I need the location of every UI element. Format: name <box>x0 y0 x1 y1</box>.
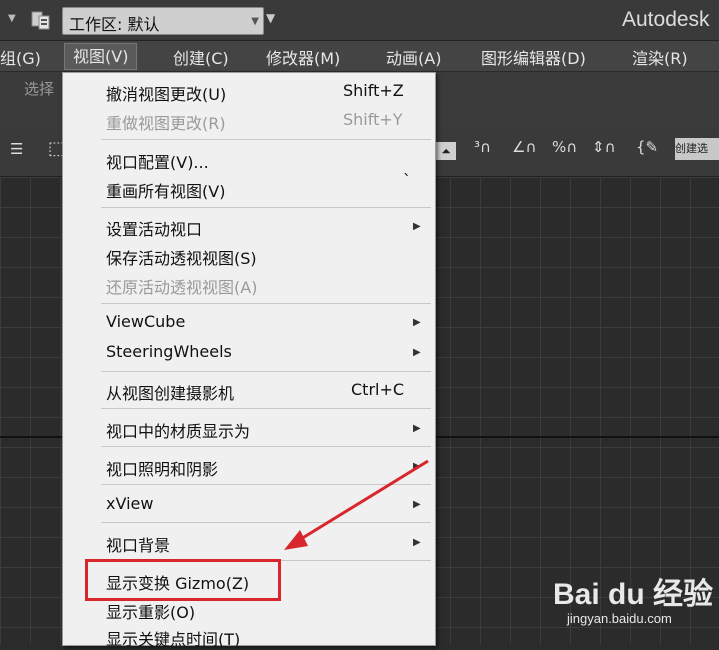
watermark-url: jingyan.baidu.com <box>567 611 672 626</box>
watermark: Bai du 经验 jingyan.baidu.com <box>553 565 713 635</box>
watermark-brand: Bai du 经验 <box>553 578 714 611</box>
annotation-arrow <box>284 459 429 550</box>
